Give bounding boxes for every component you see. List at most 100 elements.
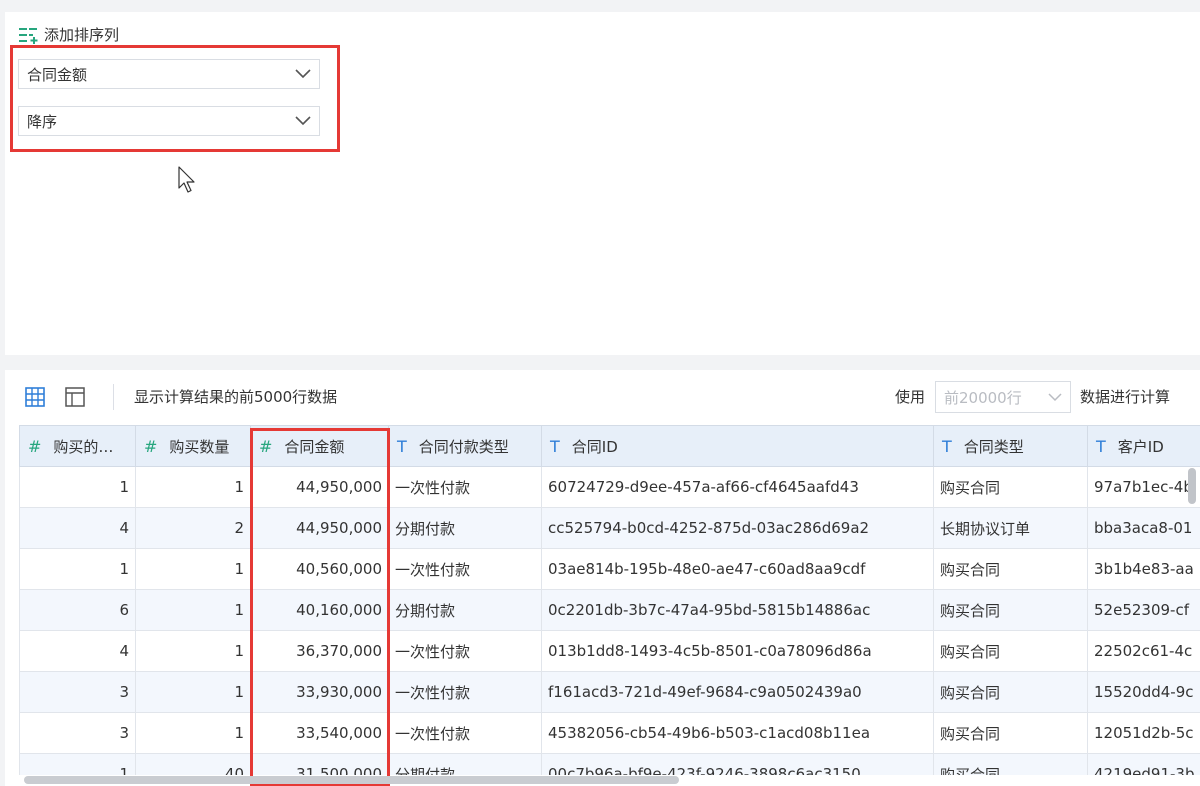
table-cell: 1 bbox=[135, 548, 251, 590]
column-header-label: 客户ID bbox=[1117, 437, 1164, 456]
table-cell: 一次性付款 bbox=[388, 630, 542, 672]
data-table: # 购买的… # 购买数量 # 合同金额 T 合同付款类型 T 合同ID T 合同类型 T客… bbox=[19, 425, 1200, 775]
table-cell: 33,540,000 bbox=[250, 712, 389, 754]
column-header-label: 购买的… bbox=[53, 437, 114, 456]
table-cell: 1 bbox=[135, 630, 251, 672]
text-type-icon: T bbox=[550, 436, 560, 456]
chevron-down-icon bbox=[295, 65, 311, 83]
table-cell: 40,560,000 bbox=[250, 548, 389, 590]
table-cell: 一次性付款 bbox=[388, 466, 542, 508]
table-row: 6 1 40,160,000 分期付款 0c2201db-3b7c-47a4-9… bbox=[19, 589, 1200, 631]
add-sort-column-button[interactable]: 添加排序列 bbox=[18, 24, 119, 45]
column-header-label: 合同金额 bbox=[284, 437, 345, 456]
table-cell: 40 bbox=[135, 753, 251, 775]
layout-view-icon[interactable] bbox=[65, 387, 85, 407]
table-cell: 1 bbox=[135, 589, 251, 631]
table-row: 1 40 31,500,000 分期付款 00c7b96a-bf9e-423f-… bbox=[19, 753, 1200, 775]
horizontal-scrollbar[interactable] bbox=[24, 776, 679, 784]
table-cell: 31,500,000 bbox=[250, 753, 389, 775]
table-cell: 一次性付款 bbox=[388, 671, 542, 713]
table-cell: 40,160,000 bbox=[250, 589, 389, 631]
table-cell: 分期付款 bbox=[388, 753, 542, 775]
table-row: 4 2 44,950,000 分期付款 cc525794-b0cd-4252-8… bbox=[19, 507, 1200, 549]
grid-view-icon[interactable] bbox=[25, 387, 45, 407]
chevron-down-icon bbox=[1048, 388, 1062, 406]
column-header[interactable]: # 合同金额 bbox=[250, 425, 389, 467]
column-header[interactable]: T 客户ID bbox=[1087, 425, 1200, 467]
table-row: 3 1 33,540,000 一次性付款 45382056-cb54-49b6-… bbox=[19, 712, 1200, 754]
table-cell: 4219ed91-3b bbox=[1087, 753, 1200, 775]
table-cell: 22502c61-4c bbox=[1087, 630, 1200, 672]
table-cell: 购买合同 bbox=[933, 589, 1088, 631]
vertical-scrollbar[interactable] bbox=[1188, 468, 1196, 504]
sort-order-select[interactable]: 降序 bbox=[18, 106, 320, 136]
table-cell: 3 bbox=[19, 671, 136, 713]
sort-field-select[interactable]: 合同金额 bbox=[18, 59, 320, 89]
table-cell: 购买合同 bbox=[933, 630, 1088, 672]
table-cell: 15520dd4-9c bbox=[1087, 671, 1200, 713]
table-cell: 60724729-d9ee-457a-af66-cf4645aafd43 bbox=[541, 466, 934, 508]
table-cell: 2 bbox=[135, 507, 251, 549]
number-type-icon: # bbox=[259, 436, 273, 456]
add-sort-icon bbox=[18, 26, 38, 44]
table-cell: 购买合同 bbox=[933, 753, 1088, 775]
use-label: 使用 bbox=[895, 388, 926, 406]
text-type-icon: T bbox=[397, 436, 407, 456]
table-cell: 1 bbox=[135, 671, 251, 713]
number-type-icon: # bbox=[144, 436, 158, 456]
column-header[interactable]: # 购买的… bbox=[19, 425, 136, 467]
chevron-down-icon bbox=[295, 112, 311, 130]
table-row: 3 1 33,930,000 一次性付款 f161acd3-721d-49ef-… bbox=[19, 671, 1200, 713]
text-type-icon: T bbox=[942, 436, 952, 456]
table-cell: 52e52309-cf bbox=[1087, 589, 1200, 631]
table-cell: 购买合同 bbox=[933, 671, 1088, 713]
row-limit-select[interactable]: 前20000行 bbox=[935, 381, 1071, 413]
toolbar-divider bbox=[113, 384, 114, 410]
table-cell: 6 bbox=[19, 589, 136, 631]
table-cell: 00c7b96a-bf9e-423f-9246-3898c6ac3150 bbox=[541, 753, 934, 775]
table-cell: 0c2201db-3b7c-47a4-95bd-5815b14886ac bbox=[541, 589, 934, 631]
table-cell: 1 bbox=[19, 548, 136, 590]
table-cell: 1 bbox=[135, 466, 251, 508]
table-cell: cc525794-b0cd-4252-875d-03ac286d69a2 bbox=[541, 507, 934, 549]
column-header[interactable]: T 合同付款类型 bbox=[388, 425, 542, 467]
sort-order-value: 降序 bbox=[27, 112, 58, 131]
table-header-row: # 购买的… # 购买数量 # 合同金额 T 合同付款类型 T 合同ID T 合同类型 T客… bbox=[19, 425, 1200, 467]
table-cell: 1 bbox=[19, 753, 136, 775]
table-cell: 分期付款 bbox=[388, 507, 542, 549]
table-cell: 购买合同 bbox=[933, 466, 1088, 508]
row-info-text: 显示计算结果的前5000行数据 bbox=[134, 388, 338, 406]
column-header[interactable]: T 合同ID bbox=[541, 425, 934, 467]
column-header-label: 合同类型 bbox=[963, 437, 1024, 456]
column-header-label: 合同付款类型 bbox=[418, 437, 509, 456]
table-cell: 44,950,000 bbox=[250, 466, 389, 508]
text-type-icon: T bbox=[1096, 436, 1106, 456]
sort-field-value: 合同金额 bbox=[27, 65, 88, 84]
table-cell: 一次性付款 bbox=[388, 548, 542, 590]
table-cell: 44,950,000 bbox=[250, 507, 389, 549]
number-type-icon: # bbox=[28, 436, 42, 456]
column-header-label: 合同ID bbox=[571, 437, 618, 456]
table-row: 4 1 36,370,000 一次性付款 013b1dd8-1493-4c5b-… bbox=[19, 630, 1200, 672]
column-header[interactable]: T 合同类型 bbox=[933, 425, 1088, 467]
column-header[interactable]: # 购买数量 bbox=[135, 425, 251, 467]
table-cell: 12051d2b-5c bbox=[1087, 712, 1200, 754]
table-cell: 长期协议订单 bbox=[933, 507, 1088, 549]
table-cell: 03ae814b-195b-48e0-ae47-c60ad8aa9cdf bbox=[541, 548, 934, 590]
table-cell: 购买合同 bbox=[933, 712, 1088, 754]
table-cell: 3b1b4e83-aa bbox=[1087, 548, 1200, 590]
table-cell: 4 bbox=[19, 630, 136, 672]
table-cell: 33,930,000 bbox=[250, 671, 389, 713]
add-sort-label: 添加排序列 bbox=[44, 26, 120, 44]
table-cell: 分期付款 bbox=[388, 589, 542, 631]
column-header-label: 购买数量 bbox=[169, 437, 230, 456]
table-row: 1 1 40,560,000 一次性付款 03ae814b-195b-48e0-… bbox=[19, 548, 1200, 590]
table-cell: 购买合同 bbox=[933, 548, 1088, 590]
table-cell: 3 bbox=[19, 712, 136, 754]
table-row: 1 1 44,950,000 一次性付款 60724729-d9ee-457a-… bbox=[19, 466, 1200, 508]
table-cell: 013b1dd8-1493-4c5b-8501-c0a78096d86a bbox=[541, 630, 934, 672]
mouse-cursor-icon bbox=[178, 166, 198, 198]
table-cell: 36,370,000 bbox=[250, 630, 389, 672]
calc-label: 数据进行计算 bbox=[1080, 388, 1171, 406]
table-cell: f161acd3-721d-49ef-9684-c9a0502439a0 bbox=[541, 671, 934, 713]
